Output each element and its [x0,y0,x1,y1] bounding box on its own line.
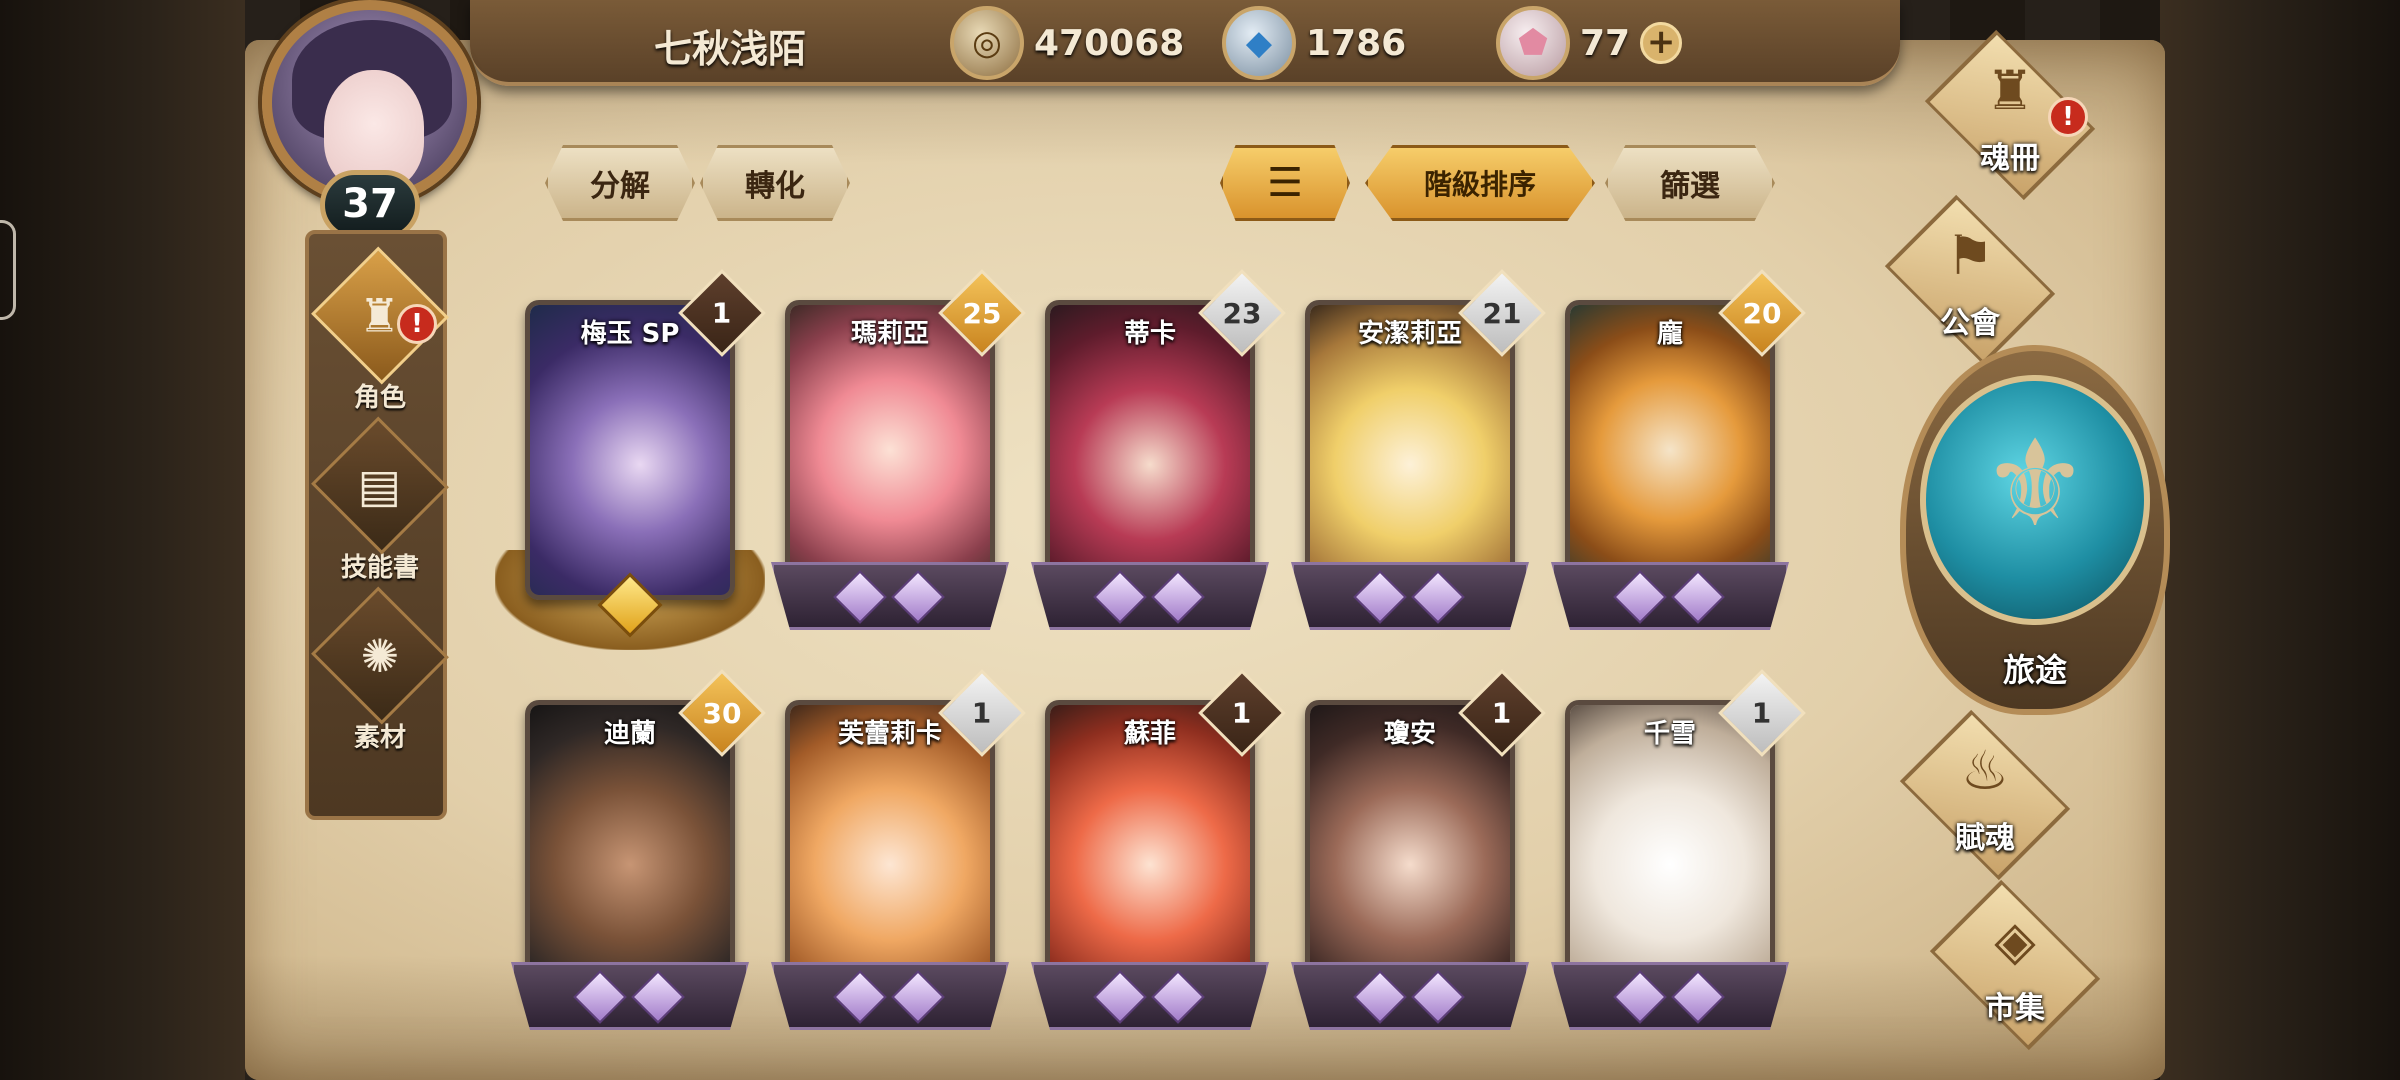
gold-resource[interactable]: ◎ 470068 [950,6,1185,80]
gold-coin-icon: ◎ [950,6,1024,80]
market-button[interactable]: ◈ 市集 [1915,879,2115,1051]
player-avatar[interactable]: 37 [240,0,510,240]
character-card[interactable]: 芙蕾莉卡 1 [771,669,1026,1030]
filter-button[interactable]: 篩選 [1605,145,1775,221]
sidebar-item-skill-book[interactable]: ▤ 技能書 [309,416,451,584]
decompose-button[interactable]: 分解 [545,145,695,221]
player-name: 七秋浅陌 [653,27,806,71]
edge-handle[interactable] [0,220,16,320]
skill-book-icon: ▤ [358,458,402,513]
sidebar-item-character[interactable]: ♜ 角色 ! [309,246,451,414]
add-gem-button[interactable]: + [1640,22,1683,64]
character-card[interactable]: 瓊安 1 [1291,669,1546,1030]
material-icon: ✺ [360,628,400,683]
character-card[interactable]: 千雪 1 [1551,669,1806,1030]
character-card[interactable]: 梅玉 SP 1 [495,269,766,650]
character-card[interactable]: 蒂卡 23 [1031,269,1286,630]
character-card[interactable]: 瑪莉亞 25 [771,269,1026,630]
endow-soul-button[interactable]: ♨ 賦魂 [1885,709,2085,881]
journey-emblem-icon: ⚜ [1981,415,2089,554]
right-frame [2160,0,2400,1080]
alert-icon: ! [397,304,437,344]
journey-button[interactable]: ⚜ 旅途 [1900,345,2170,715]
category-sidebar: ♜ 角色 ! ▤ 技能書 ✺ 素材 [305,230,449,820]
gem-resource[interactable]: ⬟ 77 + [1496,6,1683,80]
sort-icon[interactable]: ☰ [1220,145,1350,221]
crystal-resource[interactable]: ◆ 1786 [1222,6,1407,80]
blue-crystal-icon: ◆ [1222,6,1296,80]
convert-button[interactable]: 轉化 [700,145,850,221]
character-icon: ♜ [359,288,401,343]
gold-amount: 470068 [1034,22,1185,64]
sort-by-rank-button[interactable]: 階級排序 [1365,145,1595,221]
crystal-amount: 1786 [1306,22,1407,64]
soul-book-button[interactable]: ♜ 魂冊 ! [1910,29,2110,201]
guild-banner-icon: ⚑ [1945,224,1995,287]
character-card[interactable]: 安潔莉亞 21 [1291,269,1546,630]
guild-button[interactable]: ⚑ 公會 [1870,194,2070,366]
character-card[interactable]: 蘇菲 1 [1031,669,1286,1030]
sidebar-item-material[interactable]: ✺ 素材 [309,586,451,754]
soul-flame-icon: ♨ [1960,739,2010,802]
alert-icon: ! [2048,97,2088,137]
character-card[interactable]: 龐 20 [1551,269,1806,630]
gem-amount: 77 [1580,22,1631,64]
left-frame [0,0,245,1080]
pink-gem-icon: ⬟ [1496,6,1570,80]
character-card[interactable]: 迪蘭 30 [511,669,766,1030]
market-gem-icon: ◈ [1994,909,2036,972]
